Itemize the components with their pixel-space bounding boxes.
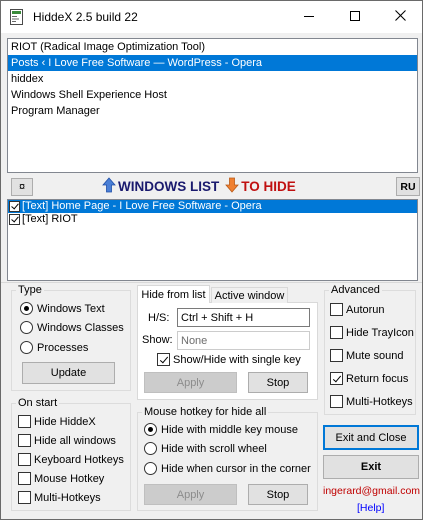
- radio-button[interactable]: [20, 302, 33, 315]
- hiddex-window: HiddeX 2.5 build 22 RIOT (Radical Image …: [0, 0, 423, 520]
- minimize-button[interactable]: [286, 1, 332, 33]
- advanced-group-title: Advanced: [329, 284, 382, 296]
- stop-hotkey-button[interactable]: Stop: [248, 372, 308, 393]
- checkbox-keyboard-hotkeys[interactable]: Keyboard Hotkeys: [18, 453, 124, 466]
- list-toolbar: ¤ WINDOWS LIST TO HIDE RU: [7, 175, 420, 197]
- app-icon: [9, 9, 25, 25]
- checkbox[interactable]: [330, 372, 343, 385]
- arrow-up-icon[interactable]: [102, 177, 116, 196]
- checkbox-return-focus[interactable]: Return focus: [330, 372, 408, 385]
- pin-button[interactable]: ¤: [11, 178, 33, 196]
- title-bar[interactable]: HiddeX 2.5 build 22: [1, 1, 422, 33]
- author-email: ingerard@gmail.com: [323, 485, 421, 497]
- radio-button[interactable]: [20, 321, 33, 334]
- checkbox-mouse-hotkey[interactable]: Mouse Hotkey: [18, 472, 104, 485]
- list-item[interactable]: Posts ‹ I Love Free Software — WordPress…: [8, 55, 417, 71]
- checkbox-hide-all-windows[interactable]: Hide all windows: [18, 434, 116, 447]
- windows-list-label: WINDOWS LIST: [118, 179, 220, 194]
- mouse-hotkey-group-title: Mouse hotkey for hide all: [142, 406, 269, 418]
- item-checkbox[interactable]: [9, 201, 20, 212]
- item-checkbox[interactable]: [9, 214, 20, 225]
- radio-middle-key[interactable]: Hide with middle key mouse: [144, 423, 298, 436]
- show-label: Show:: [142, 334, 173, 346]
- window-title: HiddeX 2.5 build 22: [33, 10, 138, 24]
- radio-windows-classes[interactable]: Windows Classes: [20, 321, 124, 334]
- apply-hotkey-button[interactable]: Apply: [144, 372, 237, 393]
- arrow-down-icon[interactable]: [225, 177, 240, 196]
- list-item[interactable]: Program Manager: [8, 103, 417, 119]
- close-button[interactable]: [377, 1, 422, 33]
- checkbox[interactable]: [18, 434, 31, 447]
- checkbox[interactable]: [18, 415, 31, 428]
- tab-hide-from-list[interactable]: Hide from list: [137, 285, 210, 303]
- maximize-button[interactable]: [332, 1, 378, 33]
- list-header: WINDOWS LIST TO HIDE: [102, 177, 296, 196]
- checkbox[interactable]: [18, 472, 31, 485]
- checkbox[interactable]: [330, 395, 343, 408]
- type-group-title: Type: [16, 284, 44, 296]
- windows-list[interactable]: RIOT (Radical Image Optimization Tool) P…: [7, 38, 418, 173]
- radio-button[interactable]: [144, 442, 157, 455]
- list-item[interactable]: [Text] RIOT: [8, 213, 417, 226]
- list-item[interactable]: [Text] Home Page - I Love Free Software …: [8, 200, 417, 213]
- checkbox-autorun[interactable]: Autorun: [330, 303, 385, 316]
- checkbox[interactable]: [330, 303, 343, 316]
- radio-cursor-corner[interactable]: Hide when cursor in the corner: [144, 462, 311, 475]
- divider: [1, 282, 422, 283]
- exit-and-close-button[interactable]: Exit and Close: [323, 425, 419, 450]
- stop-mouse-button[interactable]: Stop: [248, 484, 308, 505]
- checkbox-single-key[interactable]: Show/Hide with single key: [157, 353, 301, 366]
- checkbox[interactable]: [330, 326, 343, 339]
- checkbox-mute-sound[interactable]: Mute sound: [330, 349, 403, 362]
- hs-hotkey-input[interactable]: Ctrl + Shift + H: [177, 308, 310, 327]
- hide-list[interactable]: [Text] Home Page - I Love Free Software …: [7, 199, 418, 281]
- pin-icon: ¤: [18, 181, 26, 193]
- minimize-icon: [304, 11, 314, 24]
- on-start-group-title: On start: [16, 397, 60, 409]
- show-hotkey-input[interactable]: None: [177, 331, 310, 350]
- update-button[interactable]: Update: [22, 362, 115, 384]
- list-item[interactable]: hiddex: [8, 71, 417, 87]
- apply-mouse-button[interactable]: Apply: [144, 484, 237, 505]
- checkbox-multi-hotkeys-advanced[interactable]: Multi-Hotkeys: [330, 395, 413, 408]
- checkbox-hide-trayicon[interactable]: Hide TrayIcon: [330, 326, 414, 339]
- checkbox[interactable]: [18, 453, 31, 466]
- radio-processes[interactable]: Processes: [20, 341, 88, 354]
- list-item[interactable]: Windows Shell Experience Host: [8, 87, 417, 103]
- radio-button[interactable]: [144, 462, 157, 475]
- checkbox[interactable]: [157, 353, 170, 366]
- tab-active-window[interactable]: Active window: [211, 287, 288, 303]
- language-button[interactable]: RU: [396, 177, 420, 196]
- radio-scroll-wheel[interactable]: Hide with scroll wheel: [144, 442, 267, 455]
- checkbox[interactable]: [18, 491, 31, 504]
- help-link[interactable]: [Help]: [357, 502, 384, 514]
- checkbox[interactable]: [330, 349, 343, 362]
- maximize-icon: [350, 10, 360, 24]
- checkbox-hide-hiddex[interactable]: Hide HiddeX: [18, 415, 96, 428]
- hs-label: H/S:: [148, 312, 170, 324]
- close-icon: [394, 10, 406, 24]
- radio-button[interactable]: [144, 423, 157, 436]
- checkbox-multi-hotkeys[interactable]: Multi-Hotkeys: [18, 491, 101, 504]
- radio-windows-text[interactable]: Windows Text: [20, 302, 105, 315]
- exit-button[interactable]: Exit: [323, 455, 419, 479]
- list-item[interactable]: RIOT (Radical Image Optimization Tool): [8, 39, 417, 55]
- radio-button[interactable]: [20, 341, 33, 354]
- to-hide-label: TO HIDE: [241, 179, 296, 194]
